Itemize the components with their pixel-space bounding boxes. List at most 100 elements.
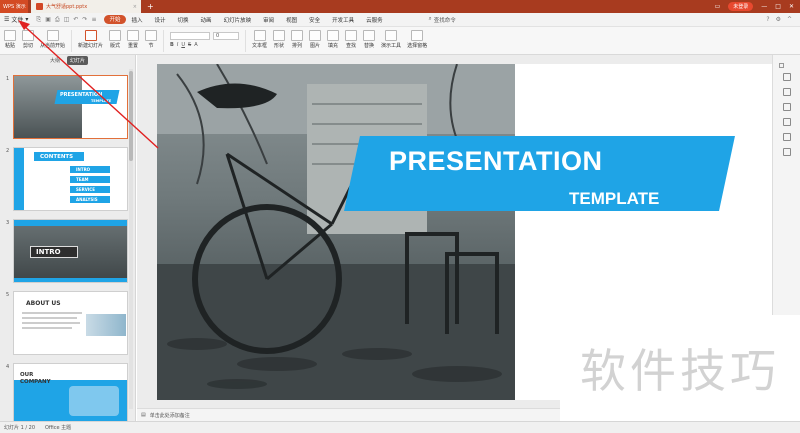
theme-name[interactable]: Office 主题 (45, 424, 71, 431)
close-window-icon[interactable]: ✕ (789, 3, 794, 10)
from-current-label: 从当前开始 (40, 43, 66, 49)
font-row: 0 (170, 32, 240, 40)
font-family-select[interactable] (170, 32, 211, 40)
tab-security[interactable]: 安全 (303, 13, 326, 27)
file-menu[interactable]: ☰ 文件 ▾ (4, 15, 28, 24)
italic-icon[interactable]: I (177, 42, 178, 48)
list-item[interactable]: 4 OUR COMPANY (6, 363, 130, 427)
watermark: 软件技巧 (560, 315, 800, 421)
tab-developer[interactable]: 开发工具 (326, 13, 360, 27)
app-tab[interactable]: WPS 演示 (0, 0, 28, 13)
section-button[interactable]: 节 (145, 30, 158, 49)
underline-icon[interactable]: U (181, 42, 185, 48)
picture-button[interactable]: 图片 (309, 30, 322, 49)
preview-icon[interactable]: ◫ (64, 16, 70, 24)
star-icon[interactable] (783, 118, 791, 126)
tab-slides[interactable]: 幻灯片 (67, 56, 89, 65)
slide-subtitle[interactable]: TEMPLATE (569, 189, 659, 209)
scrollbar-thumb[interactable] (129, 71, 133, 161)
font-size-input[interactable]: 0 (213, 32, 240, 40)
thumb-title: CONTENTS (40, 154, 74, 160)
tab-slideshow[interactable]: 幻灯片放映 (218, 13, 258, 27)
shape-panel-icon[interactable] (783, 103, 791, 111)
slide-thumbnail[interactable]: OUR COMPANY (13, 363, 128, 427)
new-tab-icon[interactable]: + (147, 2, 154, 11)
layout-button[interactable]: 版式 (109, 30, 122, 49)
list-item[interactable]: 1 PRESENTATION TEMPLATE (6, 75, 130, 139)
slide-thumbnail[interactable]: ABOUT US (13, 291, 128, 355)
list-item[interactable]: 5 ABOUT US (6, 291, 130, 355)
bicycle-photo (157, 64, 515, 400)
thumb-title: ABOUT US (26, 300, 61, 307)
notes-placeholder[interactable]: 单击此处添加备注 (150, 412, 190, 419)
close-tab-icon[interactable]: × (133, 4, 137, 10)
tab-review[interactable]: 审阅 (257, 13, 280, 27)
tab-cloud[interactable]: 云服务 (360, 13, 389, 27)
bold-icon[interactable]: B (170, 42, 174, 48)
cut-button[interactable]: 剪切 (22, 30, 34, 49)
slide-title[interactable]: PRESENTATION (389, 146, 603, 177)
window-icon[interactable]: ▭ (715, 3, 721, 10)
slide-number: 1 (6, 76, 10, 82)
paste-label: 粘贴 (4, 43, 15, 49)
command-search-label: 查找命令 (433, 17, 456, 24)
section-icon (145, 30, 158, 41)
tab-insert[interactable]: 插入 (126, 13, 149, 27)
redo-icon[interactable]: ↷ (82, 16, 87, 24)
status-bar: 幻灯片 1 / 20 Office 主题 (0, 421, 800, 433)
arrange-icon (291, 30, 304, 41)
command-search[interactable]: ⌕ 查找命令 (429, 16, 456, 24)
slide-number: 4 (6, 364, 10, 370)
history-icon[interactable] (783, 148, 791, 156)
new-slide-button[interactable]: 新建幻灯片 (78, 30, 103, 49)
save-icon[interactable]: ▣ (45, 16, 51, 24)
adjust-icon[interactable] (783, 133, 791, 141)
customize-icon[interactable]: ≡ (91, 16, 96, 24)
tools-button[interactable]: 演示工具 (381, 30, 401, 49)
arrange-button[interactable]: 排列 (291, 30, 304, 49)
font-color-icon[interactable]: A (194, 42, 197, 48)
minimize-icon[interactable]: — (761, 3, 767, 10)
select-icon[interactable] (783, 73, 791, 81)
tab-design[interactable]: 设计 (149, 13, 172, 27)
document-tab-label: 大气舒适ppt.pptx (46, 4, 88, 10)
tab-view[interactable]: 视图 (280, 13, 303, 27)
textbox-button[interactable]: 文本框 (252, 30, 267, 49)
share-icon[interactable] (783, 88, 791, 96)
login-button[interactable]: 未登录 (728, 2, 754, 11)
thumb-item: ANALYSIS (76, 197, 98, 202)
from-current-button[interactable]: 从当前开始 (40, 30, 65, 49)
slide-thumbnail[interactable]: PRESENTATION TEMPLATE (13, 75, 128, 139)
tab-transition[interactable]: 切换 (172, 13, 195, 27)
slide-thumbnail[interactable]: CONTENTS INTRO TEAM SERVICE ANALYSIS (13, 147, 128, 211)
chevron-down-icon: ▾ (25, 16, 29, 23)
select-pane-button[interactable]: 选择窗格 (407, 30, 427, 49)
paste-button[interactable]: 粘贴 (4, 30, 16, 49)
open-icon[interactable]: ⎘ (36, 16, 41, 24)
replace-button[interactable]: 替换 (363, 30, 376, 49)
gear-icon[interactable]: ⚙ (776, 16, 781, 23)
list-item[interactable]: 3 INTRO (6, 219, 130, 283)
print-icon[interactable]: ⎙ (55, 16, 60, 24)
title-bar: WPS 演示 大气舒适ppt.pptx × + ▭ 未登录 — □ ✕ (0, 0, 800, 13)
quick-access-toolbar: ⎘ ▣ ⎙ ◫ ↶ ↷ ≡ (36, 16, 96, 24)
reset-button[interactable]: 重置 (127, 30, 140, 49)
find-button[interactable]: 查找 (345, 30, 358, 49)
strike-icon[interactable]: S (188, 42, 191, 48)
list-item[interactable]: 2 CONTENTS INTRO TEAM SERVICE ANALYSIS (6, 147, 130, 211)
tab-outline[interactable]: 大纲 (47, 56, 63, 65)
help-icon[interactable]: ? (766, 16, 769, 23)
maximize-icon[interactable]: □ (775, 3, 781, 10)
collapse-icon[interactable]: ^ (787, 16, 792, 23)
tab-home[interactable]: 开始 (104, 14, 126, 24)
select-pane-label: 选择窗格 (407, 43, 428, 49)
document-tab[interactable]: 大气舒适ppt.pptx × (31, 0, 141, 13)
thumbnail-scrollbar[interactable] (129, 69, 133, 409)
scroll-up-icon[interactable] (779, 63, 784, 68)
slide-number: 5 (6, 292, 10, 298)
shape-button[interactable]: 形状 (273, 30, 286, 49)
slide-thumbnail[interactable]: INTRO (13, 219, 128, 283)
tab-animation[interactable]: 动画 (195, 13, 218, 27)
undo-icon[interactable]: ↶ (73, 16, 78, 24)
fill-button[interactable]: 填充 (327, 30, 340, 49)
